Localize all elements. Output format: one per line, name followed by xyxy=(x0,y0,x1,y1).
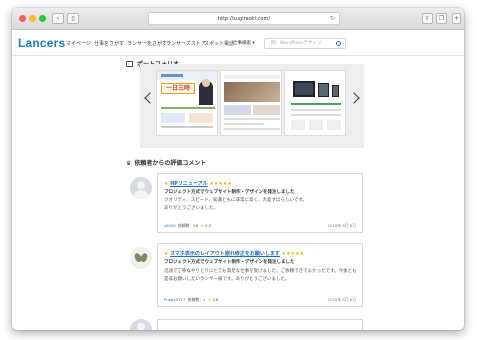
nav-link-find-lancers[interactable]: ランサーをさがす xyxy=(127,40,167,47)
rating-value: 5.0 xyxy=(205,223,212,228)
star-icon: ★ xyxy=(164,181,169,187)
nav-link-mypage[interactable]: マイページ xyxy=(66,40,91,47)
address-url: http://sugiraoki.com/ xyxy=(217,16,271,22)
request-count: 依頼数：1 xyxy=(187,297,206,302)
reviewer-link[interactable]: Puppy5717 xyxy=(164,297,185,302)
review-subtitle: プロジェクト方式でウェブサイト制作・デザインを発注しました xyxy=(164,260,295,265)
review-item: ★ スマホ表示のレイアウト崩れ修正をお願いします ★★★★★ プロジェクト方式で… xyxy=(130,243,376,309)
back-button[interactable]: ‹ xyxy=(52,13,64,24)
review-title-row: ★ HPリニューアル ★★★★★ xyxy=(164,180,232,187)
portfolio-thumb-1[interactable]: 一日三時 xyxy=(156,70,218,136)
site-header: Lancers マイページ 仕事をさがす ランサーをさがす ランサーズストア ス… xyxy=(12,30,464,56)
review-date: 2016年 6月 8日 xyxy=(327,223,356,228)
carousel-next-icon[interactable] xyxy=(348,92,360,104)
review-date: 2016年 6月 6日 xyxy=(327,297,356,302)
browser-titlebar: ‹ ▯ http://sugiraoki.com/ ↻ ⇧ ❐ + xyxy=(12,8,464,30)
lancers-logo[interactable]: Lancers xyxy=(18,36,65,50)
review-card: ★ スマホ表示のレイアウト崩れ修正をお願いします ★★★★★ プロジェクト方式で… xyxy=(157,243,363,307)
search-input[interactable]: 例：WordPressデザイン xyxy=(264,38,346,49)
review-title-link[interactable]: HPリニューアル xyxy=(170,181,208,187)
reviews-heading: ♛ 依頼者からの評価コメント xyxy=(126,160,207,167)
review-subtitle: プロジェクト方式でウェブサイト制作・デザインを発注しました xyxy=(164,190,295,195)
rating-value: 4.8 xyxy=(212,297,219,302)
nav-link-spot-call[interactable]: スポット電話 xyxy=(204,40,234,47)
trophy-icon: ♛ xyxy=(126,160,132,167)
browser-window: ‹ ▯ http://sugiraoki.com/ ↻ ⇧ ❐ + Lancer… xyxy=(12,8,464,330)
review-title-link[interactable]: スマホ表示のレイアウト崩れ修正をお願いします xyxy=(170,251,280,257)
share-icon[interactable]: ⇧ xyxy=(422,13,433,24)
review-title-row: ★ スマホ表示のレイアウト崩れ修正をお願いします ★★★★★ xyxy=(164,250,304,257)
image-icon xyxy=(126,61,133,67)
sidebar-toggle-button[interactable]: ▯ xyxy=(67,13,79,24)
minimize-window-icon[interactable] xyxy=(29,15,36,22)
search-type-dropdown[interactable]: 仕事検索 ▾ xyxy=(233,39,255,48)
portfolio-carousel: 一日三時 xyxy=(140,64,364,148)
tabs-icon[interactable]: ❐ xyxy=(436,13,447,24)
portfolio-thumb-3[interactable] xyxy=(284,70,346,136)
reviewer-link[interactable]: s0000 xyxy=(164,223,176,228)
nav-link-find-jobs[interactable]: 仕事をさがす xyxy=(94,40,124,47)
review-body: クオリティ、スピード、知識ともに非常に高く、大変すばらしいです。 ありがとうござ… xyxy=(164,198,307,211)
avatar[interactable] xyxy=(130,247,152,269)
star-icon: ★ xyxy=(164,251,169,257)
portfolio-thumb-2[interactable] xyxy=(220,70,282,136)
review-item: ★ HPリニューアル ★★★★★ プロジェクト方式でウェブサイト制作・デザインを… xyxy=(130,173,376,235)
review-footer: Puppy5717 依頼数：1 ★ 4.8 xyxy=(164,297,218,303)
request-count: 依頼数：26 xyxy=(178,223,199,228)
rating-stars: ★★★★★ xyxy=(209,181,232,187)
close-window-icon[interactable] xyxy=(19,15,26,22)
search-icon[interactable] xyxy=(336,41,341,46)
address-bar[interactable]: http://sugiraoki.com/ ↻ xyxy=(148,12,340,25)
avatar[interactable] xyxy=(130,319,152,330)
star-icon: ★ xyxy=(200,223,204,228)
review-item xyxy=(130,315,376,330)
search-placeholder: 例：WordPressデザイン xyxy=(271,41,322,46)
avatar[interactable] xyxy=(130,177,152,199)
new-tab-button[interactable]: + xyxy=(452,13,461,24)
rating-stars: ★★★★★ xyxy=(281,251,304,257)
review-card: ★ HPリニューアル ★★★★★ プロジェクト方式でウェブサイト制作・デザインを… xyxy=(157,173,363,233)
reload-icon[interactable]: ↻ xyxy=(330,13,335,25)
review-footer: s0000 依頼数：26 ★ 5.0 xyxy=(164,223,211,229)
review-card xyxy=(157,319,363,330)
star-icon: ★ xyxy=(207,297,212,302)
review-body: 迅速で丁寧なやりとりにとても満足な仕事を受けました。ご依頼できてよかったです。今… xyxy=(164,269,357,282)
nav-link-lancers-store[interactable]: ランサーズストア xyxy=(166,40,206,47)
thumb1-banner: 一日三時 xyxy=(161,83,195,94)
carousel-prev-icon[interactable] xyxy=(144,92,156,104)
maximize-window-icon[interactable] xyxy=(39,15,46,22)
